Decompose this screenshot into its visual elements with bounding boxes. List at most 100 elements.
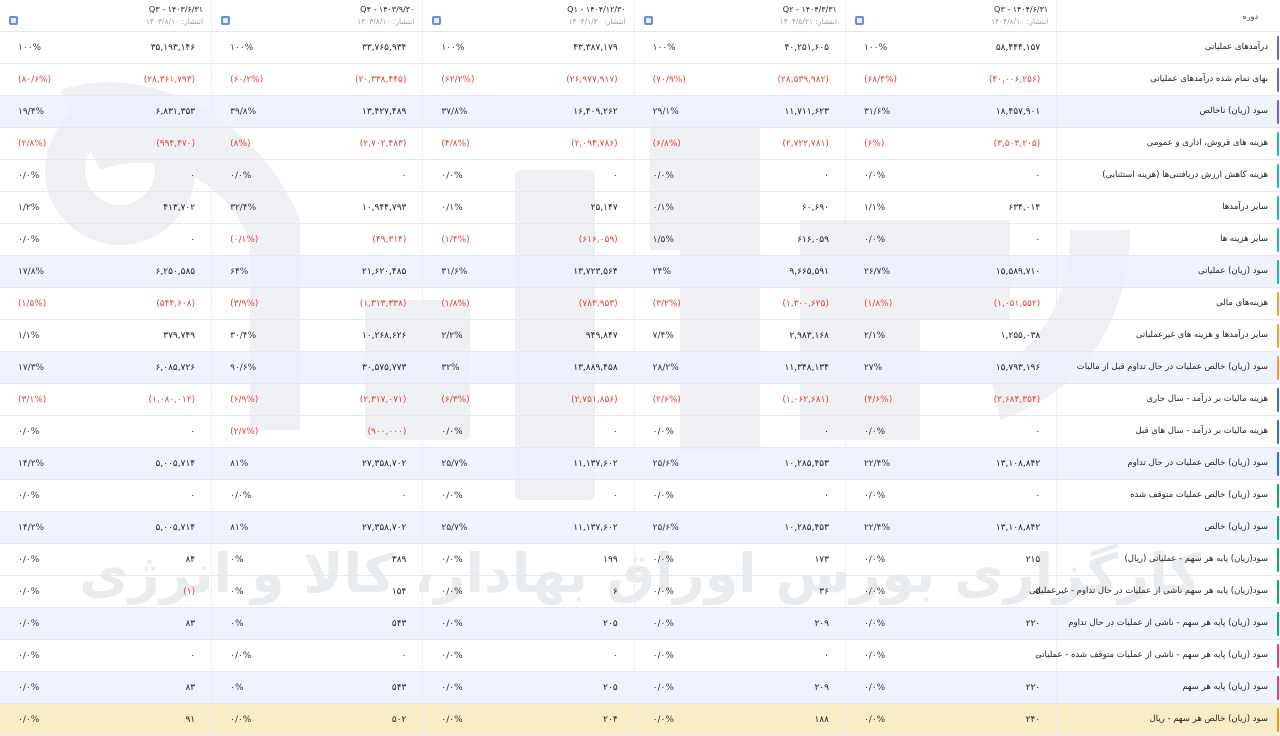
amount-value: ۰ bbox=[190, 491, 196, 501]
value-cell: ۰/۰% ۰ bbox=[844, 224, 1056, 255]
table-row[interactable]: ۱۷/۸% ۶,۲۵۰,۵۸۵ ۶۴% ۲۱,۶۲۰,۴۸۵ ۳۱/۶% ۱۳,۷۲۳,۵… bbox=[0, 256, 1280, 288]
percent-value: ۰/۰% bbox=[18, 171, 40, 181]
document-icon[interactable] bbox=[643, 16, 653, 25]
percent-value: ۲۸/۲% bbox=[652, 363, 679, 373]
amount-value: ۲۱۵ bbox=[1025, 555, 1041, 565]
percent-value: (۶۰/۲%) bbox=[230, 75, 264, 85]
value-cell: ۰/۰% ۱۸۸ bbox=[633, 704, 845, 735]
amount-value: ۱۳,۷۲۳,۵۶۴ bbox=[573, 267, 618, 277]
row-label: سود (زیان) خالص عملیات متوقف شده bbox=[1130, 490, 1269, 500]
percent-value: ۰/۰% bbox=[863, 235, 886, 245]
amount-value: ۱۳,۴۲۷,۴۸۹ bbox=[361, 107, 407, 117]
percent-value: ۱۴/۲% bbox=[18, 459, 45, 469]
value-cell: ۰/۰% ۰ bbox=[844, 640, 1056, 671]
percent-value: ۳۱/۶% bbox=[441, 267, 468, 277]
table-row[interactable]: ۱۷/۳% ۶,۰۸۵,۷۲۶ ۹۰/۶% ۳۰,۵۷۵,۷۷۳ ۳۲% ۱۳,۸۸۹,۴… bbox=[0, 352, 1280, 384]
percent-value: ۰/۰% bbox=[441, 587, 463, 597]
value-cell: ۰/۰% ۰ bbox=[633, 480, 845, 511]
row-label-cell: سود (زیان) خالص هر سهم - ریال bbox=[1056, 704, 1280, 735]
value-cell: ۱/۲% ۴۱۳,۷۰۲ bbox=[0, 192, 211, 223]
value-cell: (۱/۴%) (۶۱۶,۰۵۹) bbox=[422, 224, 633, 255]
document-icon[interactable] bbox=[432, 16, 442, 25]
period-header[interactable]: Q۳ - ۱۴۰۳/۶/۳۱ انتشار: ۱۴۰۳/۸/۱۰ bbox=[0, 0, 211, 31]
percent-value: ۰/۰% bbox=[441, 491, 463, 501]
publish-date: انتشار: ۱۴۰۴/۱/۳۰ bbox=[568, 17, 626, 26]
percent-value: ۱۰۰% bbox=[230, 43, 254, 53]
value-cell: ۰/۰% ۰ bbox=[633, 160, 845, 191]
table-row[interactable]: ۰/۰% ۸۳ ۰% ۵۴۳ ۰/۰% ۲۰۵ ۰/۰% ۲۰۹ ۰/۰% ۲۲۰ سود (زیا… bbox=[0, 672, 1280, 704]
value-cell: ۰/۱% ۲۵,۱۴۷ bbox=[422, 192, 633, 223]
percent-value: ۰/۰% bbox=[652, 427, 674, 437]
percent-value: ۰% bbox=[230, 619, 244, 629]
percent-value: ۳۰/۴% bbox=[230, 331, 257, 341]
row-label-cell: سایر درآمدها و هزینه های غیرعملیاتی bbox=[1056, 320, 1280, 351]
amount-value: ۰ bbox=[824, 171, 829, 181]
period-header[interactable]: Q۱ - ۱۴۰۴/۱۲/۳۰ انتشار: ۱۴۰۴/۱/۳۰ bbox=[422, 0, 633, 31]
value-cell: ۲۵/۶% ۱۰,۲۸۵,۴۵۳ bbox=[633, 512, 845, 543]
percent-value: (۶۸/۴%) bbox=[863, 75, 898, 85]
table-row[interactable]: ۰/۰% ۰ (۲/۷%) (۹۰۰,۰۰۰) ۰/۰% ۰ ۰/۰% ۰ ۰/۰% ۰ هزینه… bbox=[0, 416, 1280, 448]
publish-date: انتشار: ۱۴۰۳/۸/۱۰ bbox=[145, 17, 204, 26]
table-row[interactable]: ۱۰۰% ۳۵,۱۹۳,۱۴۶ ۱۰۰% ۳۳,۷۶۵,۹۳۴ ۱۰۰% ۴۳,۳۸۷,۱… bbox=[0, 32, 1280, 64]
amount-value: (۱,۳۱۳,۳۳۸) bbox=[359, 299, 407, 309]
value-cell: ۰/۰% ۲۰۵ bbox=[422, 672, 633, 703]
table-row[interactable]: ۱۹/۴% ۶,۸۳۱,۳۵۳ ۳۹/۸% ۱۳,۴۲۷,۴۸۹ ۳۷/۸% ۱۶,۴۰۹… bbox=[0, 96, 1280, 128]
amount-value: ۰ bbox=[190, 235, 196, 245]
table-row[interactable]: (۱/۵%) (۵۴۴,۶۰۸) (۳/۹%) (۱,۳۱۳,۳۳۸) (۱/۸%) (۷… bbox=[0, 288, 1280, 320]
document-icon[interactable] bbox=[854, 16, 864, 25]
document-icon[interactable] bbox=[9, 16, 18, 25]
value-cell: (۶۰/۲%) (۲۰,۳۳۸,۴۴۵) bbox=[211, 64, 422, 95]
row-label: سود(زیان) پایه هر سهم ناشی از عملیات در … bbox=[1029, 586, 1269, 596]
amount-value: ۴۱۳,۷۰۲ bbox=[163, 203, 196, 213]
percent-value: ۰/۰% bbox=[652, 555, 674, 565]
percent-value: (۶%) bbox=[863, 139, 885, 149]
table-row[interactable]: ۰/۰% ۰ (۰/۱%) (۴۹,۳۱۴) (۱/۴%) (۶۱۶,۰۵۹) ۱/۵% ۶۱… bbox=[0, 224, 1280, 256]
value-cell: ۱۴/۲% ۵,۰۰۵,۷۱۴ bbox=[0, 448, 211, 479]
percent-value: ۰/۰% bbox=[18, 651, 40, 661]
table-row[interactable]: ۰/۰% ۰ ۰/۰% ۰ ۰/۰% ۰ ۰/۰% ۰ ۰/۰% ۰ هزینه کاهش ارزش… bbox=[0, 160, 1280, 192]
table-row[interactable]: ۱۴/۲% ۵,۰۰۵,۷۱۴ ۸۱% ۲۷,۳۵۸,۷۰۲ ۲۵/۷% ۱۱,۱۳۷,۶… bbox=[0, 448, 1280, 480]
value-cell: ۲۶/۷% ۱۵,۵۸۹,۷۱۰ bbox=[844, 256, 1056, 287]
table-row[interactable]: (۸۰/۶%) (۲۸,۳۶۱,۷۹۳) (۶۰/۲%) (۲۰,۳۳۸,۴۴۵) (۶… bbox=[0, 64, 1280, 96]
period-header[interactable]: Q۲ - ۱۴۰۴/۳/۳۱ انتشار: ۱۴۰۴/۵/۲۱ bbox=[633, 0, 845, 31]
table-row[interactable]: ۰/۰% ۸۴ ۰% ۳۸۹ ۰/۰% ۱۹۹ ۰/۰% ۱۷۳ ۰/۰% ۲۱۵ سود(زیان… bbox=[0, 544, 1280, 576]
amount-value: ۱۸,۴۵۷,۹۰۱ bbox=[995, 107, 1041, 117]
value-cell: ۰/۰% ۰ bbox=[0, 640, 211, 671]
table-row[interactable]: ۰/۰% ۸۳ ۰% ۵۴۳ ۰/۰% ۲۰۵ ۰/۰% ۲۰۹ ۰/۰% ۲۲۰ سود (زیا… bbox=[0, 608, 1280, 640]
amount-value: ۸۳ bbox=[185, 683, 196, 693]
percent-value: ۰/۰% bbox=[863, 427, 886, 437]
table-row[interactable]: ۱/۱% ۳۷۹,۷۴۹ ۳۰/۴% ۱۰,۲۶۸,۶۲۶ ۲/۲% ۹۴۹,۸۴۷ ۷/۴… bbox=[0, 320, 1280, 352]
table-row[interactable]: ۱۴/۲% ۵,۰۰۵,۷۱۴ ۸۱% ۲۷,۳۵۸,۷۰۲ ۲۵/۷% ۱۱,۱۳۷,۶… bbox=[0, 512, 1280, 544]
amount-value: (۱,۰۶۲,۶۸۱) bbox=[782, 395, 829, 405]
table-row[interactable]: ۰/۰% ۰ ۰/۰% ۰ ۰/۰% ۰ ۰/۰% ۰ ۰/۰% ۰ سود (زیان) پایه… bbox=[0, 640, 1280, 672]
row-label: سود (زیان) عملیاتی bbox=[1197, 266, 1269, 276]
percent-value: ۰/۰% bbox=[863, 171, 886, 181]
period-header[interactable]: Q۴ - ۱۴۰۳/۹/۳۰ انتشار: ۱۴۰۳/۸/۱۰ bbox=[211, 0, 422, 31]
document-icon[interactable] bbox=[221, 16, 231, 25]
percent-value: ۰/۰% bbox=[441, 171, 463, 181]
table-row[interactable]: ۰/۰% ۰ ۰/۰% ۰ ۰/۰% ۰ ۰/۰% ۰ ۰/۰% ۰ سود (زیان) خالص… bbox=[0, 480, 1280, 512]
amount-value: ۱۸۸ bbox=[814, 715, 829, 725]
table-row[interactable]: ۰/۰% ۹۱ ۰/۰% ۵۰۲ ۰/۰% ۲۰۴ ۰/۰% ۱۸۸ ۰/۰% ۲۴۰ سود (ز… bbox=[0, 704, 1280, 736]
amount-value: ۵,۰۰۵,۷۱۴ bbox=[155, 523, 196, 533]
row-label: سایر درآمدها bbox=[1222, 202, 1269, 212]
value-cell: ۰/۰% ۲۰۴ bbox=[422, 704, 633, 735]
amount-value: ۵۴۳ bbox=[391, 683, 407, 693]
percent-value: ۲۵/۷% bbox=[441, 459, 468, 469]
row-label: هزینه مالیات بر درآمد - سال جاری bbox=[1146, 394, 1269, 404]
value-cell: ۰/۰% ۲۴۰ bbox=[844, 704, 1056, 735]
value-cell: ۰/۰% ۰ bbox=[0, 224, 211, 255]
table-row[interactable]: (۳/۱%) (۱,۰۸۰,۰۱۲) (۶/۹%) (۲,۳۱۷,۰۷۱) (۶/۳%)… bbox=[0, 384, 1280, 416]
amount-value: ۸۴ bbox=[185, 555, 196, 565]
table-row[interactable]: ۰/۰% (۱) ۰% ۱۵۴ ۰/۰% ۶ ۰/۰% ۳۶ ۰/۰% ۵ سود(زیان) پا… bbox=[0, 576, 1280, 608]
table-row[interactable]: ۱/۲% ۴۱۳,۷۰۲ ۳۲/۴% ۱۰,۹۴۴,۷۹۳ ۰/۱% ۲۵,۱۴۷ ۰/۱%… bbox=[0, 192, 1280, 224]
amount-value: (۲۸,۳۶۱,۷۹۳) bbox=[143, 75, 196, 85]
value-cell: ۰/۰% ۹۱ bbox=[0, 704, 211, 735]
value-cell: ۱۷/۳% ۶,۰۸۵,۷۲۶ bbox=[0, 352, 211, 383]
percent-value: (۳/۱%) bbox=[18, 395, 47, 405]
amount-value: ۱۱,۳۴۸,۱۳۴ bbox=[784, 363, 829, 373]
value-cell: ۰/۰% ۰ bbox=[0, 416, 211, 447]
period-header[interactable]: Q۳ - ۱۴۰۴/۶/۳۱ انتشار: ۱۴۰۴/۸/۱۰ bbox=[844, 0, 1056, 31]
table-row[interactable]: (۲/۸%) (۹۹۴,۴۷۰) (۸%) (۲,۷۰۲,۴۸۳) (۴/۸%) (۲,۰… bbox=[0, 128, 1280, 160]
amount-value: ۱۱,۱۳۷,۶۰۲ bbox=[573, 523, 618, 533]
